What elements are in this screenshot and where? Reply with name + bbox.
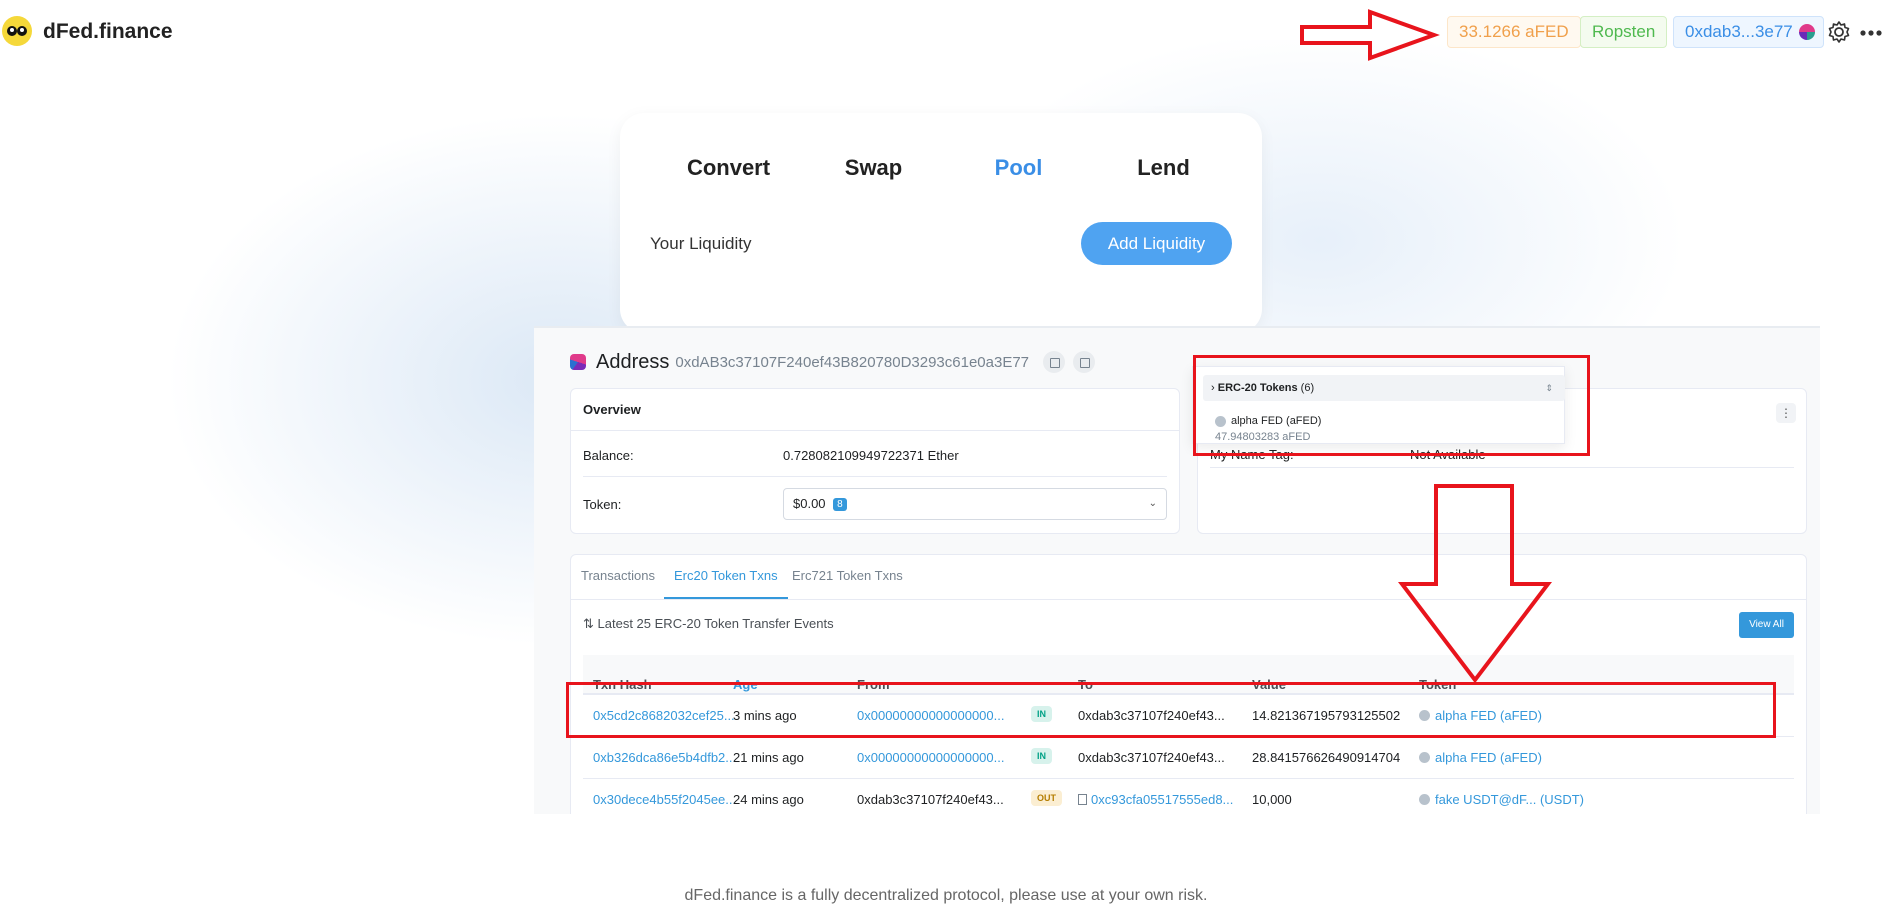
tab-erc20-token-txns[interactable]: Erc20 Token Txns <box>664 555 788 599</box>
dex-card: Convert Swap Pool Lend Your Liquidity Ad… <box>620 113 1262 333</box>
top-bar: dFed.finance 33.1266 aFED Ropsten 0xdab3… <box>0 0 1892 64</box>
chevron-down-icon: ⌄ <box>1148 498 1157 509</box>
table-row: 0x30dece4b55f2045ee... 24 mins ago 0xdab… <box>583 779 1794 814</box>
token-label: Token: <box>583 497 622 512</box>
annotation-box-txn-row <box>566 682 1776 738</box>
brand-name[interactable]: dFed.finance <box>43 20 173 44</box>
view-all-button[interactable]: View All <box>1739 612 1794 638</box>
txn-from-link[interactable]: 0x00000000000000000... <box>857 750 1004 765</box>
overview-title: Overview <box>571 389 1179 431</box>
qr-code-icon[interactable] <box>1073 351 1096 373</box>
more-dots-icon[interactable] <box>1856 19 1886 45</box>
logo-eye-left <box>7 26 17 36</box>
txn-value: 10,000 <box>1252 792 1292 807</box>
balance-label: Balance: <box>583 448 634 463</box>
latest-events-text: Latest 25 ERC-20 Token Transfer Events <box>597 616 834 631</box>
txn-token-name: alpha FED (aFED) <box>1435 750 1542 765</box>
txn-hash-link[interactable]: 0xb326dca86e5b4dfb2... <box>593 750 736 765</box>
txn-value: 28.841576626490914704 <box>1252 750 1401 765</box>
txn-age: 24 mins ago <box>733 792 804 807</box>
txn-token-link[interactable]: fake USDT@dF... (USDT) <box>1419 792 1584 807</box>
more-info-divider <box>1210 467 1794 468</box>
address-title: Address <box>596 350 670 373</box>
overview-divider <box>583 476 1167 477</box>
network-chip[interactable]: Ropsten <box>1580 16 1668 48</box>
kebab-menu-icon[interactable]: ⋮ <box>1776 403 1796 423</box>
tab-transactions[interactable]: Transactions <box>571 555 665 599</box>
address-identicon-icon <box>570 354 586 370</box>
balance-value: 0.728082109949722371 Ether <box>783 448 959 463</box>
sort-icon: ⇅ <box>583 616 594 631</box>
txn-to-text: 0xc93cfa05517555ed8... <box>1091 792 1234 807</box>
tab-swap[interactable]: Swap <box>801 155 946 181</box>
address-hash: 0xdAB3c37107F240ef43B820780D3293c61e0a3E… <box>675 353 1030 371</box>
annotation-arrow-right <box>1300 9 1440 61</box>
token-value: $0.00 <box>793 496 826 511</box>
tab-lend[interactable]: Lend <box>1091 155 1236 181</box>
annotation-arrow-down <box>1398 484 1552 684</box>
annotation-box-erc20-tokens <box>1193 355 1590 456</box>
address-line: Address 0xdAB3c37107F240ef43B820780D3293… <box>570 348 1103 376</box>
txn-token-name: fake USDT@dF... (USDT) <box>1435 792 1584 807</box>
txn-age: 21 mins ago <box>733 750 804 765</box>
latest-events-caption: ⇅ Latest 25 ERC-20 Token Transfer Events <box>583 616 834 632</box>
txn-token-link[interactable]: alpha FED (aFED) <box>1419 750 1542 765</box>
txn-to-link[interactable]: 0xc93cfa05517555ed8... <box>1078 792 1233 807</box>
copy-icon[interactable] <box>1043 351 1066 373</box>
tab-convert[interactable]: Convert <box>656 155 801 181</box>
afed-balance-chip[interactable]: 33.1266 aFED <box>1447 16 1581 48</box>
txn-hash-link[interactable]: 0x30dece4b55f2045ee... <box>593 792 736 807</box>
tabs-divider <box>571 599 1806 600</box>
token-count-badge: 8 <box>833 498 847 511</box>
table-row: 0xb326dca86e5b4dfb2... 21 mins ago 0x000… <box>583 737 1794 779</box>
etherscan-overlay: Address 0xdAB3c37107F240ef43B820780D3293… <box>534 326 1820 814</box>
direction-badge: IN <box>1031 748 1052 764</box>
direction-badge: OUT <box>1031 790 1062 806</box>
token-coin-icon <box>1419 752 1430 763</box>
txn-to: 0xdab3c37107f240ef43... <box>1078 750 1225 765</box>
tab-erc721-token-txns[interactable]: Erc721 Token Txns <box>782 555 913 599</box>
token-select[interactable]: $0.00 8 ⌄ <box>783 488 1167 520</box>
overview-panel: Overview Balance: 0.728082109949722371 E… <box>570 388 1180 534</box>
contract-file-icon <box>1078 794 1087 805</box>
txn-from: 0xdab3c37107f240ef43... <box>857 792 1004 807</box>
tab-pool[interactable]: Pool <box>946 155 1091 181</box>
your-liquidity-label: Your Liquidity <box>650 234 752 253</box>
gear-icon[interactable] <box>1826 19 1852 45</box>
footer-disclaimer: dFed.finance is a fully decentralized pr… <box>684 887 1208 904</box>
add-liquidity-button[interactable]: Add Liquidity <box>1081 222 1232 265</box>
wallet-avatar-icon <box>1798 24 1815 40</box>
logo-eye-right <box>17 26 27 36</box>
token-coin-icon <box>1419 794 1430 805</box>
dfed-logo-icon[interactable] <box>2 16 32 46</box>
wallet-address-text: 0xdab3...3e77 <box>1685 22 1793 41</box>
wallet-address-chip[interactable]: 0xdab3...3e77 <box>1673 16 1824 48</box>
